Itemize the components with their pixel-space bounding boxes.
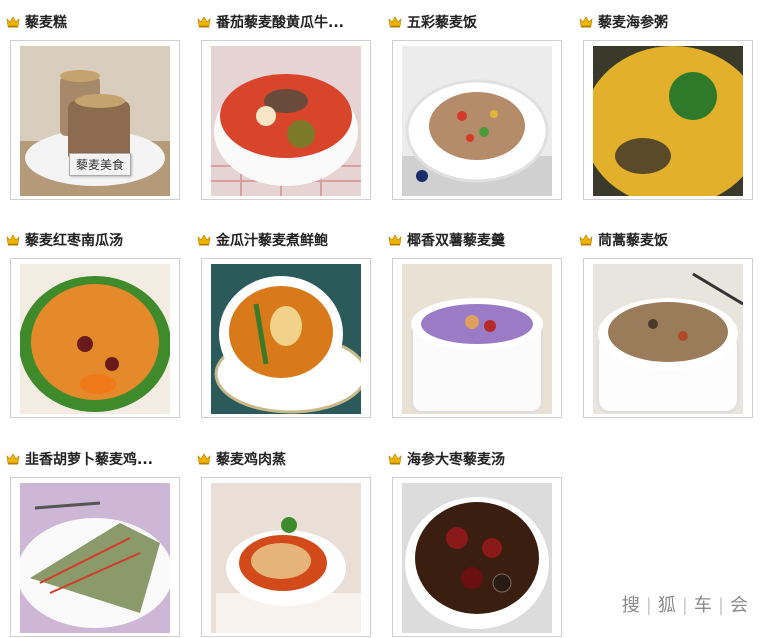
crown-icon [197,453,211,465]
crown-icon [6,16,20,28]
crown-icon [388,234,402,246]
recipe-image[interactable] [583,40,753,200]
recipe-image[interactable] [10,477,180,637]
crown-icon [579,16,593,28]
recipe-title[interactable]: 藜麦糕 [6,12,67,32]
crown-icon [579,234,593,246]
crown-icon [197,16,211,28]
recipe-image[interactable] [10,258,180,418]
recipe-image[interactable] [583,258,753,418]
recipe-image[interactable] [392,40,562,200]
recipe-image[interactable] [392,258,562,418]
crown-icon [197,234,211,246]
recipe-title[interactable]: 藜麦海参粥 [579,12,668,32]
recipe-image[interactable]: 藜麦美食 [10,40,180,200]
recipe-title[interactable]: 茼蒿藜麦饭 [579,230,668,250]
recipe-image[interactable] [201,258,371,418]
crown-icon [388,453,402,465]
recipe-title[interactable]: 藜麦红枣南瓜汤 [6,230,123,250]
recipe-title[interactable]: 金瓜汁藜麦煮鲜鲍 [197,230,328,250]
recipe-image[interactable] [201,477,371,637]
recipe-title[interactable]: 海参大枣藜麦汤 [388,449,505,469]
recipe-title[interactable]: 五彩藜麦饭 [388,12,477,32]
recipe-grid: 藜麦糕 藜麦美食 番茄藜麦酸黄瓜牛... 五彩藜麦饭 藜麦海参粥 藜麦红枣南瓜汤… [0,0,770,638]
crown-icon [388,16,402,28]
crown-icon [6,234,20,246]
brand-watermark: 搜 | 狐 | 车 | 会 [621,595,750,616]
crown-icon [6,453,20,465]
recipe-title[interactable]: 椰香双薯藜麦羹 [388,230,505,250]
image-watermark: 藜麦美食 [69,153,132,176]
recipe-image[interactable] [201,40,371,200]
recipe-image[interactable] [392,477,562,637]
recipe-title[interactable]: 藜麦鸡肉蒸 [197,449,286,469]
recipe-title[interactable]: 韭香胡萝卜藜麦鸡... [6,449,153,469]
recipe-title[interactable]: 番茄藜麦酸黄瓜牛... [197,12,344,32]
